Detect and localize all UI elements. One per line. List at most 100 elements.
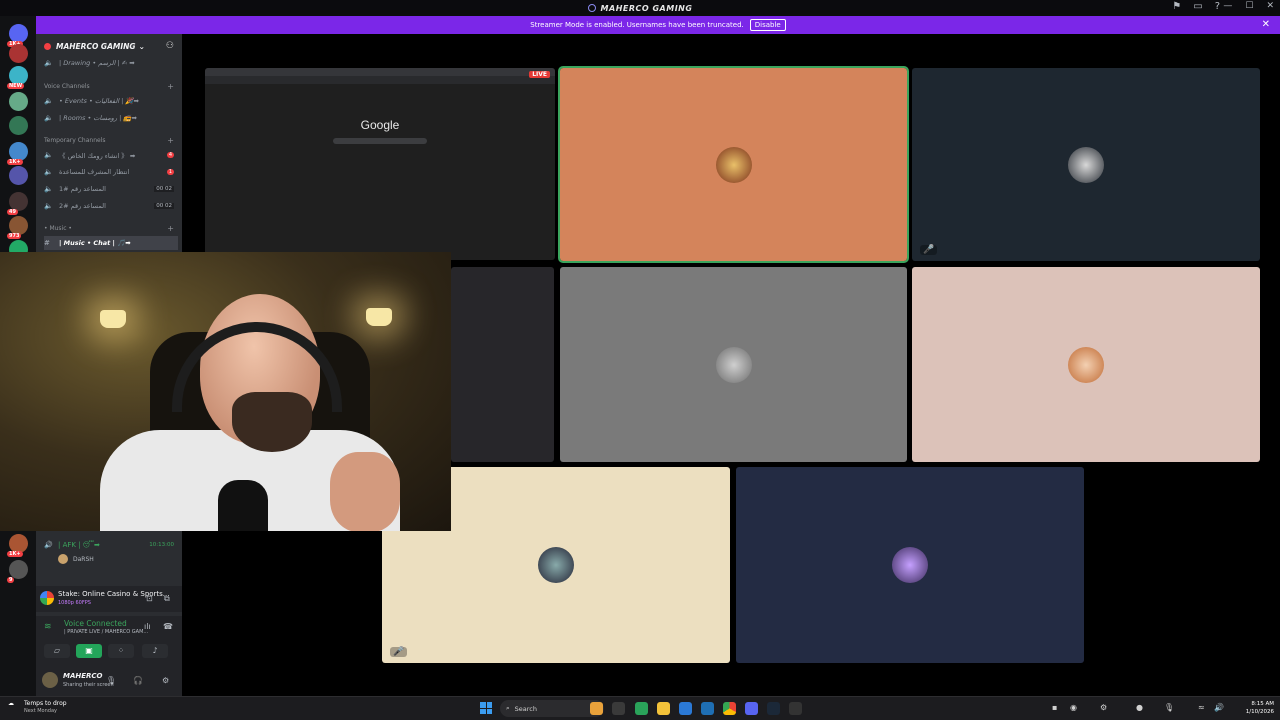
afk-channel[interactable]: 🔊 | AFK | 😴➡ 10:13:00 (44, 538, 178, 552)
add-channel-icon[interactable]: + (167, 136, 174, 145)
avatar (1068, 346, 1104, 383)
activities-button[interactable]: ⁘ (108, 644, 134, 658)
activity-title: Stake: Online Casino & Sports... (58, 590, 170, 598)
headphones-icon[interactable]: 🎧 (133, 676, 143, 685)
participant-tile[interactable]: 🎤 (912, 68, 1260, 261)
server-icon[interactable] (9, 44, 28, 63)
server-icon[interactable] (9, 116, 28, 135)
voice-user[interactable]: DaRSH (58, 554, 94, 564)
username[interactable]: MAHERCO (63, 672, 103, 680)
voice-channel[interactable]: 🔈 المساعد رقم #1 00 02 (44, 182, 178, 196)
category-label: • Music • (44, 224, 72, 232)
badge: NEW (7, 83, 25, 89)
app-icon[interactable] (612, 702, 625, 715)
screen-share-tile[interactable]: LIVE Google (205, 68, 555, 260)
avatar (1068, 146, 1104, 183)
server-icon[interactable]: 9 (7, 560, 28, 583)
server-icon[interactable]: 49 (7, 192, 28, 215)
inbox-icon[interactable]: ⚑ (1172, 1, 1181, 12)
chrome-icon[interactable] (723, 702, 736, 715)
microphone-icon[interactable]: 🎙 (106, 676, 116, 685)
category-label: Temporary Channels (44, 136, 106, 144)
speaker-icon: 🔈 (44, 114, 53, 122)
weather-icon[interactable]: ☁ (8, 700, 14, 707)
category-header[interactable]: Voice Channels + (44, 80, 178, 92)
taskbar-search[interactable]: ⌕ Search (500, 700, 604, 717)
participant-tile[interactable] (912, 267, 1260, 462)
noise-suppression-icon[interactable]: ılı (144, 622, 151, 631)
server-icon[interactable]: 973 (7, 216, 28, 239)
voice-channel[interactable]: 🔈 المساعد رقم #2 00 02 (44, 199, 178, 213)
clock-date: 1/10/2026 (1245, 709, 1274, 715)
stream-settings-icon[interactable]: ⊡ (146, 594, 153, 603)
badge: 1K+ (7, 159, 23, 165)
server-icon[interactable] (9, 92, 28, 111)
server-icon[interactable]: NEW (7, 66, 28, 89)
wifi-icon[interactable]: ≈ (1198, 703, 1205, 712)
gear-icon[interactable]: ⚙ (162, 676, 169, 685)
voice-channel[interactable]: 🔈 انتظار المشرف للمساعدة 1 (44, 165, 178, 179)
voice-channel[interactable]: 🔈 《 انشاء رومك الخاص 》 ➡ 4 (44, 148, 178, 162)
camera-button[interactable]: ▱ (44, 644, 70, 658)
app-icon[interactable] (635, 702, 648, 715)
webcam-overlay (0, 252, 451, 531)
file-explorer-icon[interactable] (657, 702, 670, 715)
help-icon[interactable]: ? (1215, 1, 1220, 12)
popout-icon[interactable]: ⧉ (164, 594, 170, 604)
minimize-button[interactable]: — (1223, 1, 1232, 11)
lamp (366, 308, 392, 326)
close-button[interactable]: ✕ (1266, 1, 1274, 11)
participant-tile[interactable] (558, 66, 909, 263)
mic-tray-icon[interactable]: 🎙 (1164, 703, 1174, 712)
edge-icon[interactable] (679, 702, 692, 715)
speaker-icon: 🔈 (44, 202, 53, 210)
epic-games-icon[interactable] (789, 702, 802, 715)
category-header[interactable]: Temporary Channels + (44, 134, 178, 146)
taskbar: ☁ Temps to drop Next Monday ⌕ Search ▪ ◉ … (0, 696, 1280, 720)
chrome-icon (40, 591, 54, 605)
window-title: MAHERCO GAMING (600, 3, 693, 13)
participant-tile[interactable] (451, 267, 554, 462)
app-icon[interactable] (590, 702, 603, 715)
discord-icon[interactable] (745, 702, 758, 715)
voice-channel[interactable]: 🔈 | Drawing • الرسم | ✍ ➡ (44, 56, 178, 70)
avatar (715, 346, 752, 383)
search-label: Search (514, 704, 537, 713)
steam-icon[interactable] (767, 702, 780, 715)
clock[interactable]: 8:15 AM 1/10/2026 (1246, 700, 1274, 716)
add-channel-icon[interactable]: + (167, 224, 174, 233)
maximize-button[interactable]: ☐ (1245, 1, 1253, 11)
home-icon[interactable]: 1K+ (7, 24, 28, 47)
disable-streamer-mode-button[interactable]: Disable (749, 19, 786, 31)
monitor-icon[interactable]: ▭ (1193, 1, 1202, 12)
channel-label: | Drawing • الرسم | ✍ ➡ (59, 59, 135, 67)
server-icon[interactable]: 1K+ (7, 534, 28, 557)
avatar[interactable] (42, 672, 58, 688)
close-banner-icon[interactable]: ✕ (1262, 19, 1270, 30)
participant-tile[interactable] (736, 467, 1084, 663)
server-header[interactable]: MAHERCO GAMING ⌄ ⚇ (36, 34, 182, 58)
participant-tile[interactable] (560, 267, 907, 462)
tray-icon[interactable]: ● (1136, 703, 1143, 712)
invite-user-icon[interactable]: ⚇ (166, 41, 174, 51)
voice-channel[interactable]: 🔈 • Events • الفعاليات | 🎉➡ (44, 94, 178, 108)
weather-text[interactable]: Temps to drop (24, 700, 67, 707)
voice-channel[interactable]: 🔈 | Rooms • رومسات | 📻➡ (44, 111, 178, 125)
disconnect-icon[interactable]: ☎ (163, 622, 173, 631)
add-channel-icon[interactable]: + (167, 82, 174, 91)
start-button[interactable] (480, 702, 492, 714)
search-icon: ⌕ (506, 704, 510, 712)
text-channel-selected[interactable]: # | Music • Chat | 🎵➡ (44, 236, 178, 250)
tray-icon[interactable]: ◉ (1070, 703, 1077, 712)
server-icon[interactable] (9, 166, 28, 185)
screen-share-button[interactable]: ▣ (76, 644, 102, 658)
tray-icon[interactable]: ⚙ (1100, 703, 1107, 712)
tray-icon[interactable]: ▪ (1052, 703, 1057, 712)
category-header[interactable]: • Music • + (44, 222, 178, 234)
volume-icon[interactable]: 🔊 (1214, 703, 1224, 712)
voice-channel-name[interactable]: | PRIVATE LIVE / MAHERCO GAM... (64, 629, 148, 635)
store-icon[interactable] (701, 702, 714, 715)
server-icon[interactable]: 1K+ (7, 142, 28, 165)
soundboard-button[interactable]: ♪ (142, 644, 168, 658)
voice-status[interactable]: Voice Connected (64, 619, 127, 628)
